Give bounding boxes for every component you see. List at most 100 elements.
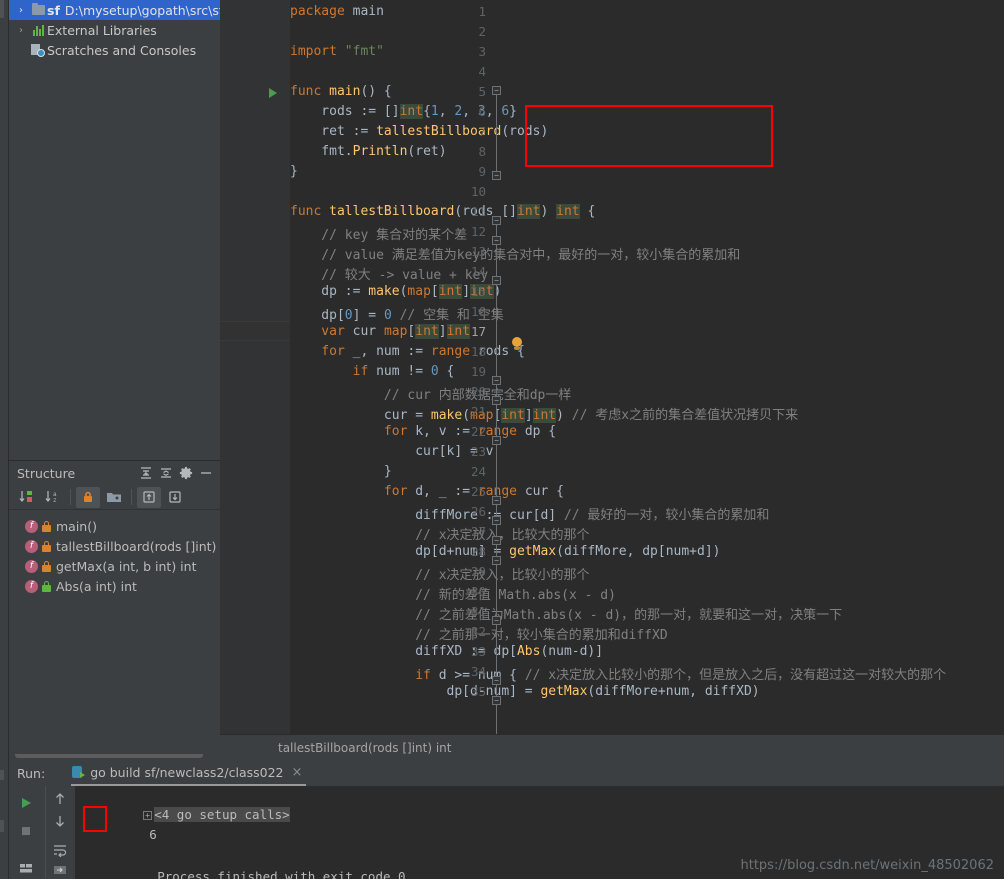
fold-marker-close[interactable]: − <box>492 676 501 685</box>
run-gutter-icon[interactable] <box>269 88 277 98</box>
stop-icon[interactable] <box>11 820 41 842</box>
code-line[interactable]: dp[d-num] = getMax(diffMore+num, diffXD) <box>290 684 760 699</box>
close-icon[interactable]: × <box>292 765 303 780</box>
tree-item-sf[interactable]: › sf D:\mysetup\gopath\src\sf <box>9 0 223 20</box>
code-line[interactable]: for _, num := range rods { <box>290 344 525 359</box>
code-line[interactable]: if d >= num { // x决定放入比较小的那个，但是放入之后，没有超过… <box>290 664 946 683</box>
code-token: dp[d-num] = <box>290 684 541 699</box>
code-line[interactable]: cur = make(map[int]int) // 考虑x之前的集合差值状况拷… <box>290 404 798 423</box>
code-line[interactable]: fmt.Println(ret) <box>290 144 446 159</box>
code-token: ] <box>524 408 533 423</box>
editor-gutter[interactable] <box>220 0 276 734</box>
down-arrow-icon[interactable] <box>45 812 75 830</box>
structure-member-list: f main() f tallestBillboard(rods []int) … <box>9 510 224 596</box>
code-token: int <box>532 408 557 423</box>
tree-item-label: External Libraries <box>47 22 157 38</box>
layout-settings-icon[interactable] <box>11 857 41 879</box>
scroll-to-end-icon[interactable] <box>45 861 75 879</box>
code-line[interactable]: func main() { <box>290 84 392 99</box>
tree-item-external-libraries[interactable]: › External Libraries <box>9 20 220 40</box>
code-token: // cur 内部数据完全和dp一样 <box>290 388 572 403</box>
fold-marker-open[interactable]: − <box>492 216 501 225</box>
fold-marker-close[interactable]: − <box>492 276 501 285</box>
code-token: } <box>509 104 517 119</box>
tree-item-scratches-and-consoles[interactable]: Scratches and Consoles <box>9 40 220 60</box>
code-line[interactable]: for k, v := range dp { <box>290 424 556 439</box>
group-by-folder-icon[interactable] <box>102 487 126 508</box>
code-token: ) <box>540 204 557 219</box>
structure-header: Structure <box>9 461 220 485</box>
minimize-icon[interactable] <box>196 463 216 483</box>
code-line[interactable]: package main <box>290 4 384 19</box>
run-toolbar-right <box>45 786 73 879</box>
fold-marker-open[interactable]: − <box>492 396 501 405</box>
code-token: var <box>290 324 353 339</box>
structure-item-main[interactable]: f main() <box>9 516 220 536</box>
chevron-right-icon[interactable]: › <box>13 5 29 16</box>
fold-marker-open[interactable]: − <box>492 436 501 445</box>
code-token: } <box>290 164 298 179</box>
fold-marker-open[interactable]: − <box>492 236 501 245</box>
code-line[interactable]: // value 满足差值为key的集合对中，最好的一对，较小集合的累加和 <box>290 244 740 263</box>
run-configuration-tab[interactable]: go build sf/newclass2/class022 × <box>71 760 307 786</box>
editor-code-area[interactable]: package main import "fmt" func main() { ro… <box>290 0 1004 734</box>
fold-marker-open[interactable]: − <box>492 86 501 95</box>
sort-alphabetically-icon[interactable]: az <box>41 487 65 508</box>
up-arrow-icon[interactable] <box>45 790 75 808</box>
show-private-members-icon[interactable] <box>76 486 100 508</box>
fold-marker-open[interactable]: − <box>492 516 501 525</box>
code-line[interactable]: dp[d+num] = getMax(diffMore, dp[num+d]) <box>290 544 720 559</box>
fold-marker-open[interactable]: − <box>492 376 501 385</box>
code-token: (rods) <box>501 124 549 139</box>
fold-marker-open[interactable]: − <box>492 536 501 545</box>
code-token: func <box>290 84 330 99</box>
expand-all-icon[interactable] <box>136 463 156 483</box>
code-token: 0 <box>430 364 439 379</box>
gear-icon[interactable] <box>176 463 196 483</box>
fold-marker-close[interactable]: − <box>492 496 501 505</box>
code-line[interactable]: // cur 内部数据完全和dp一样 <box>290 384 571 403</box>
code-line[interactable]: import "fmt" <box>290 44 384 59</box>
editor-fold-column[interactable] <box>276 0 290 734</box>
code-token: map <box>407 284 431 299</box>
line-number: 16 <box>470 304 486 319</box>
code-line[interactable]: } <box>290 164 298 179</box>
fold-marker-close[interactable]: − <box>492 171 501 180</box>
rerun-icon[interactable] <box>11 792 41 814</box>
code-line[interactable]: for d, _ := range cur { <box>290 484 564 499</box>
tree-item-label: Scratches and Consoles <box>47 42 197 58</box>
lock-icon <box>42 540 51 552</box>
structure-item-tallestBillboard[interactable]: f tallestBillboard(rods []int) i <box>9 536 224 556</box>
code-token: // x决定放入比较小的那个，但是放入之后，没有超过这一对较大的那个 <box>524 668 947 683</box>
breadcrumb[interactable]: tallestBillboard(rods []int) int <box>220 734 1004 760</box>
code-token: { <box>579 204 596 219</box>
line-number: 35 <box>470 684 486 699</box>
code-editor[interactable]: package main import "fmt" func main() { ro… <box>220 0 1004 734</box>
structure-item-Abs[interactable]: f Abs(a int) int <box>9 576 220 596</box>
fold-marker-close[interactable]: − <box>492 556 501 565</box>
code-token: 0 <box>344 308 353 323</box>
show-anonymous-icon[interactable] <box>163 487 187 508</box>
code-line[interactable]: if num != 0 { <box>290 364 455 379</box>
line-number: 15 <box>470 284 486 299</box>
fold-marker-open[interactable]: − <box>492 696 501 705</box>
line-number: 25 <box>470 484 486 499</box>
structure-item-getMax[interactable]: f getMax(a int, b int) int <box>9 556 220 576</box>
code-line[interactable]: ret := tallestBillboard(rods) <box>290 124 548 139</box>
code-line[interactable]: } <box>290 464 392 479</box>
chevron-right-icon[interactable]: › <box>13 25 29 36</box>
code-line[interactable]: diffMore := cur[d] // 最好的一对，较小集合的累加和 <box>290 504 769 523</box>
code-line[interactable]: // 之前差值为Math.abs(x - d)，的那一对，就要和这一对，决策一下 <box>290 604 842 623</box>
sort-by-visibility-icon[interactable] <box>15 487 39 508</box>
fold-marker-open[interactable]: − <box>492 616 501 625</box>
function-icon: f <box>25 559 38 573</box>
code-token: if <box>290 364 377 379</box>
run-console[interactable]: + <4 go setup calls> 6 Process finished w… <box>75 786 1004 879</box>
collapse-all-icon[interactable] <box>156 463 176 483</box>
show-inherited-icon[interactable] <box>137 486 161 508</box>
console-setup-text: <4 go setup calls> <box>154 807 290 822</box>
code-token: int <box>399 104 424 119</box>
intention-bulb-icon[interactable] <box>512 337 522 350</box>
soft-wrap-icon[interactable] <box>45 841 75 859</box>
line-number: 8 <box>478 144 486 159</box>
